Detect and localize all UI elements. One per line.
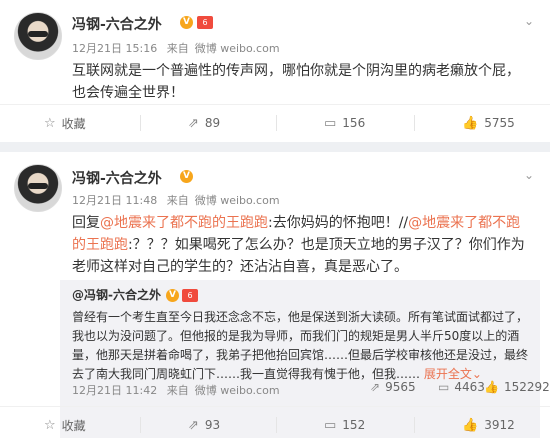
favorite-button[interactable]: ☆ 收藏 (44, 105, 86, 141)
author-avatar[interactable] (14, 164, 62, 212)
repost-icon: ⇗ (188, 115, 199, 131)
post-content: 回复@地震来了都不跑的王跑跑:去你妈妈的怀抱吧！//@地震来了都不跑的王跑跑:？… (72, 212, 532, 278)
content-text: :去你妈妈的怀抱吧！// (268, 215, 409, 231)
favorite-label: 收藏 (61, 116, 86, 131)
author-name[interactable]: 冯钢-六合之外 (72, 14, 162, 34)
content-text: :？？？如果喝死了怎么办？也是顶天立地的男子汉了？你们作为老师这样对自己的学生的… (72, 237, 525, 275)
repost-icon: ⇗ (188, 417, 199, 433)
mention-link[interactable]: @地震来了都不跑的王跑跑 (100, 215, 268, 231)
comment-count: 156 (342, 116, 366, 130)
quoted-author[interactable]: @冯钢-六合之外 (72, 286, 161, 303)
author-name[interactable]: 冯钢-六合之外 (72, 168, 162, 188)
repost-icon: ⇗ (370, 380, 381, 394)
post-meta: 12月21日 11:48 来自 微博 weibo.com (72, 192, 286, 208)
post-date[interactable]: 12月21日 11:48 (72, 194, 157, 207)
quoted-like-button[interactable]: 👍 152292 (484, 376, 550, 398)
thumbs-up-icon: 👍 (462, 417, 479, 433)
comment-icon: ▭ (324, 115, 337, 131)
reply-prefix: 回复 (72, 215, 100, 231)
divider (414, 115, 415, 131)
quoted-source[interactable]: 微博 weibo.com (195, 384, 280, 397)
member-crown-icon: 6 (182, 289, 198, 302)
divider (276, 115, 277, 131)
post-actions: ☆ 收藏 ⇗ 89 ▭ 156 👍 5755 (0, 104, 550, 141)
comment-count: 152 (342, 418, 366, 432)
post-meta: 12月21日 15:16 来自 微博 weibo.com (72, 40, 286, 56)
author-avatar[interactable] (14, 12, 62, 60)
star-icon: ☆ (44, 115, 56, 131)
verified-v-icon: V (166, 289, 179, 302)
comment-icon: ▭ (438, 380, 450, 394)
thumbs-up-icon: 👍 (484, 380, 499, 394)
post-date[interactable]: 12月21日 15:16 (72, 42, 157, 55)
divider (140, 417, 141, 433)
post-content: 互联网就是一个普遍性的传声网，哪怕你就是个阴沟里的病老癞放个屁，也会传遍全世界！ (72, 63, 520, 101)
divider (414, 417, 415, 433)
repost-count: 93 (204, 418, 221, 432)
divider (276, 417, 277, 433)
source-prefix: 来自 (166, 384, 189, 397)
post-source[interactable]: 微博 weibo.com (195, 194, 280, 207)
star-icon: ☆ (44, 417, 56, 433)
weibo-post-2: 冯钢-六合之外 V ⌄ 12月21日 11:48 来自 微博 weibo.com … (0, 152, 550, 438)
verified-v-icon: V (180, 16, 193, 29)
like-count: 5755 (484, 116, 515, 130)
thumbs-up-icon: 👍 (462, 115, 479, 131)
quoted-comment-button[interactable]: ▭ 4463 (438, 376, 485, 398)
weibo-post-1: 冯钢-六合之外 V 6 ⌄ 12月21日 15:16 来自 微博 weibo.co… (0, 0, 550, 142)
favorite-label: 收藏 (61, 418, 86, 433)
post-separator (0, 142, 550, 152)
member-crown-icon: 6 (197, 16, 213, 29)
comment-button[interactable]: ▭ 156 (324, 105, 365, 141)
source-prefix: 来自 (166, 42, 189, 55)
repost-count: 89 (204, 116, 221, 130)
quoted-content: 曾经有一个考生直至今日我还念念不忘，他是保送到浙大读硕。所有笔试面试都过了，我也… (72, 308, 532, 384)
post-actions: ☆ 收藏 ⇗ 93 ▭ 152 👍 3912 (0, 406, 550, 443)
quoted-date[interactable]: 12月21日 11:42 (72, 384, 157, 397)
divider (140, 115, 141, 131)
verified-v-icon: V (180, 170, 193, 183)
post-menu-chevron-icon[interactable]: ⌄ (522, 14, 536, 28)
post-source[interactable]: 微博 weibo.com (195, 42, 280, 55)
quoted-like-count: 152292 (503, 380, 550, 394)
quoted-repost-button[interactable]: ⇗ 9565 (370, 376, 416, 398)
quoted-meta: 12月21日 11:42 来自 微博 weibo.com (72, 382, 286, 398)
post-menu-chevron-icon[interactable]: ⌄ (522, 168, 536, 182)
quoted-comment-count: 4463 (454, 380, 485, 394)
repost-button[interactable]: ⇗ 89 (188, 105, 220, 141)
like-button[interactable]: 👍 5755 (462, 105, 515, 141)
source-prefix: 来自 (166, 194, 189, 207)
like-count: 3912 (484, 418, 515, 432)
quoted-repost-count: 9565 (385, 380, 416, 394)
comment-icon: ▭ (324, 417, 337, 433)
